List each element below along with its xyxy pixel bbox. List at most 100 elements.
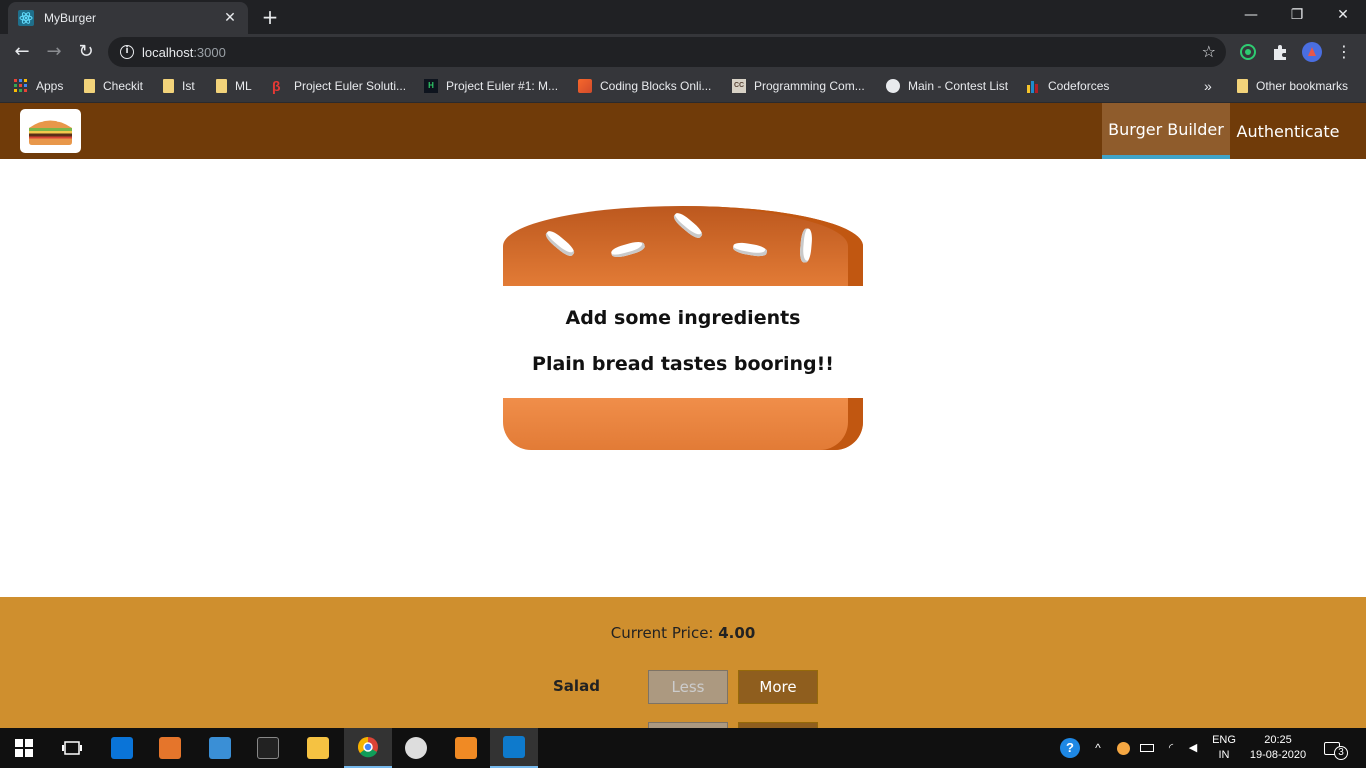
media-player-icon[interactable] [146,728,194,768]
hackerrank-icon: H [424,79,438,93]
bookmark-main-contest-list[interactable]: Main - Contest List [886,76,1008,96]
bookmark-star-icon[interactable]: ☆ [1202,42,1216,61]
wifi-icon[interactable]: ◜ [1160,728,1182,768]
bookmark-label: Programming Com... [754,79,865,93]
bookmark-label: Codeforces [1048,79,1110,93]
codeforces-icon [1027,81,1038,93]
build-controls: Current Price: 4.00 Salad Less More [0,597,1366,728]
browser-toolbar: ← → ↻ i localhost:3000 ☆ ⋮ [0,34,1366,70]
bookmark-label: Coding Blocks Onli... [600,79,712,93]
url-port: :3000 [193,44,226,60]
mail-icon[interactable] [98,728,146,768]
site-info-icon[interactable]: i [120,45,134,59]
extension-ring-icon[interactable] [1238,42,1258,62]
bookmark-other-bookmarks[interactable]: Other bookmarks [1237,76,1348,96]
bookmark-label: Apps [36,79,64,93]
bread-top [503,206,863,286]
bookmark-label: Project Euler #1: M... [446,79,559,93]
clock-time: 20:25 [1264,734,1292,746]
volume-icon[interactable]: ◀ [1182,728,1204,768]
folder-icon [1237,79,1248,93]
empty-burger-message: Add some ingredients [565,307,801,329]
bookmarks-overflow-button[interactable]: » [1204,76,1212,96]
tab-title: MyBurger [44,11,97,25]
close-window-button[interactable]: ✕ [1320,0,1366,30]
language-indicator[interactable]: ENG IN [1206,728,1242,768]
sesame-seed [610,239,646,260]
clock-app-icon[interactable] [392,728,440,768]
back-button[interactable]: ← [8,38,36,66]
sublime-text-icon[interactable] [442,728,490,768]
bookmark-codeforces[interactable]: Codeforces [1026,76,1109,96]
forward-button[interactable]: → [40,38,68,66]
show-hidden-icons-icon[interactable]: ^ [1088,728,1108,768]
control-panel-icon[interactable] [196,728,244,768]
browser-tabstrip: MyBurger ✕ + — ❐ ✕ [0,0,1366,34]
address-bar[interactable]: i localhost:3000 ☆ [108,37,1226,67]
current-price: Current Price: 4.00 [0,624,1366,642]
burger-preview: Add some ingredients Plain bread tastes … [0,159,1366,597]
chrome-icon[interactable] [344,728,392,768]
restore-button[interactable]: ❐ [1274,0,1320,30]
reload-button[interactable]: ↻ [72,38,100,66]
sesame-seed [671,210,705,241]
file-explorer-icon[interactable] [294,728,342,768]
bookmark-project-euler-1[interactable]: H Project Euler #1: M... [424,76,558,96]
bookmark-coding-blocks[interactable]: Coding Blocks Onli... [578,76,711,96]
burger-logo[interactable] [20,109,81,153]
bookmarks-bar: Apps Checkit Ist ML β Project Euler Solu… [0,70,1366,103]
app-toolbar: Burger Builder Authenticate [0,103,1366,159]
windows-start-icon[interactable] [0,728,48,768]
bookmark-apps[interactable]: Apps [14,76,63,96]
sesame-seed [732,241,768,258]
notification-count: 3 [1334,746,1348,760]
beta-icon: β [272,78,281,94]
sesame-seed [543,228,577,259]
folder-icon [163,79,174,93]
bookmark-project-euler-solutions[interactable]: β Project Euler Soluti... [272,76,406,96]
terminal-icon[interactable] [244,728,292,768]
battery-icon[interactable] [1136,728,1158,768]
tab-close-icon[interactable]: ✕ [222,10,238,26]
bookmark-label: ML [235,79,252,93]
price-value: 4.00 [718,624,756,642]
burger-logo-icon [29,118,72,145]
minimize-button[interactable]: — [1228,0,1274,30]
profile-avatar-icon[interactable] [1302,42,1322,62]
nav-burger-builder[interactable]: Burger Builder [1102,103,1230,159]
coding-blocks-icon [578,79,592,93]
vscode-icon[interactable] [490,728,538,768]
url-host: localhost [142,44,194,60]
sesame-seed [799,228,813,263]
codechef-icon: CC [732,79,746,93]
clock[interactable]: 20:25 19-08-2020 [1246,728,1310,768]
salad-more-button[interactable]: More [738,670,818,704]
chrome-menu-icon[interactable]: ⋮ [1330,38,1358,66]
help-icon[interactable]: ? [1058,728,1082,768]
lang-top: ENG [1212,734,1236,746]
bookmark-label: Project Euler Soluti... [294,79,407,93]
react-icon [18,10,34,26]
bookmark-checkit[interactable]: Checkit [84,76,143,96]
notifications-icon[interactable]: 3 [1318,728,1354,768]
lang-bottom: IN [1218,749,1230,761]
empty-burger-hint: Plain bread tastes booring!! [532,353,834,375]
weather-icon[interactable] [1112,728,1134,768]
bookmark-ist[interactable]: Ist [163,76,195,96]
extensions-puzzle-icon[interactable] [1270,42,1290,62]
salad-less-button[interactable]: Less [648,670,728,704]
task-view-icon[interactable] [48,728,96,768]
globe-icon [886,79,900,93]
browser-tab[interactable]: MyBurger ✕ [8,2,248,34]
bookmark-programming-com[interactable]: CC Programming Com... [732,76,865,96]
bookmark-label: Main - Contest List [908,79,1009,93]
windows-taskbar: ? ^ ◜ ◀ ENG IN 20:25 19-08-2020 3 [0,728,1366,768]
bookmark-ml[interactable]: ML [216,76,252,96]
clock-date: 19-08-2020 [1249,749,1307,761]
nav-authenticate[interactable]: Authenticate [1230,103,1346,159]
bookmark-label: Other bookmarks [1256,79,1349,93]
ingredient-label-salad: Salad [553,677,600,695]
price-label: Current Price: [610,624,719,642]
new-tab-button[interactable]: + [256,4,284,30]
bookmark-label: Checkit [103,79,144,93]
